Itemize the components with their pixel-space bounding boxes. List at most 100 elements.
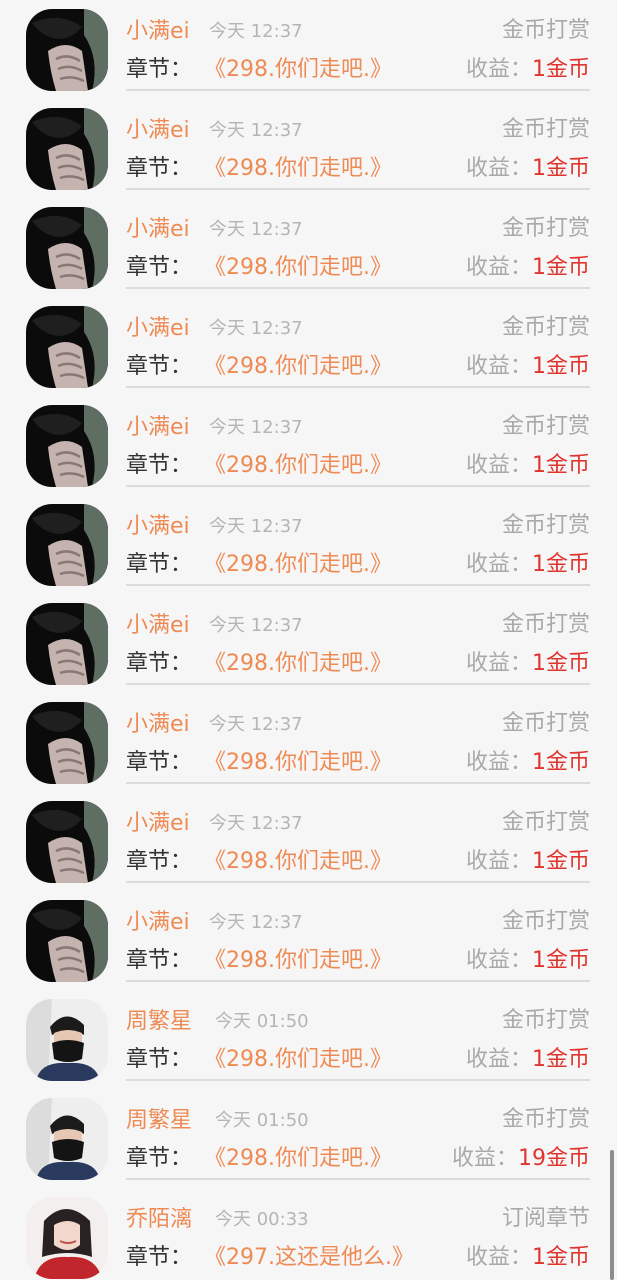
divider [126,1079,590,1081]
reward-record-list[interactable]: 小满ei 今天 12:37 金币打赏 章节： 《298.你们走吧.》 收益：1金… [0,0,617,1280]
list-item[interactable]: 小满ei 今天 12:37 金币打赏 章节： 《298.你们走吧.》 收益：1金… [0,792,617,891]
income-label: 收益： [465,57,532,82]
avatar[interactable] [26,108,108,190]
list-item[interactable]: 小满ei 今天 12:37 金币打赏 章节： 《298.你们走吧.》 收益：1金… [0,495,617,594]
timestamp: 今天 12:37 [209,219,303,240]
chapter-link[interactable]: 《298.你们走吧.》 [204,352,392,382]
user-name[interactable]: 小满ei [126,809,190,839]
user-name[interactable]: 小满ei [126,314,190,344]
chapter-link[interactable]: 《298.你们走吧.》 [204,847,392,877]
income-value: 1金币 [532,156,590,181]
chapter-link[interactable]: 《298.你们走吧.》 [204,1045,392,1075]
user-name[interactable]: 小满ei [126,116,190,146]
avatar[interactable] [26,1197,108,1279]
income: 收益：1金币 [466,451,590,481]
dark-hood-avatar-icon [26,900,108,982]
divider [126,386,590,388]
avatar[interactable] [26,306,108,388]
avatar[interactable] [26,405,108,487]
chapter-label: 章节： [126,453,193,478]
chapter-label: 章节： [126,1047,193,1072]
dark-hood-avatar-icon [26,207,108,289]
girl-red-avatar-icon [26,1197,108,1279]
income: 收益：19金币 [452,1144,590,1174]
timestamp: 今天 12:37 [209,417,303,438]
list-item[interactable]: 小满ei 今天 12:37 金币打赏 章节： 《298.你们走吧.》 收益：1金… [0,396,617,495]
avatar[interactable] [26,702,108,784]
user-name[interactable]: 小满ei [126,215,190,245]
income: 收益：1金币 [466,847,590,877]
income-value: 1金币 [532,354,590,379]
income-value: 1金币 [532,57,590,82]
chapter-link[interactable]: 《298.你们走吧.》 [204,550,392,580]
chapter-link[interactable]: 《298.你们走吧.》 [204,451,392,481]
dark-hood-avatar-icon [26,801,108,883]
income-label: 收益： [465,1245,532,1270]
chapter-link[interactable]: 《298.你们走吧.》 [204,946,392,976]
chapter-link[interactable]: 《297.这还是他么.》 [204,1243,414,1273]
user-name[interactable]: 小满ei [126,413,190,443]
user-name[interactable]: 周繁星 [126,1106,192,1136]
chapter-label: 章节： [126,57,193,82]
user-name[interactable]: 小满ei [126,17,190,47]
list-item[interactable]: 小满ei 今天 12:37 金币打赏 章节： 《298.你们走吧.》 收益：1金… [0,891,617,990]
income: 收益：1金币 [466,352,590,382]
income-label: 收益： [465,948,532,973]
income: 收益：1金币 [466,946,590,976]
user-name[interactable]: 小满ei [126,908,190,938]
income-label: 收益： [465,453,532,478]
user-name[interactable]: 小满ei [126,710,190,740]
chapter-link[interactable]: 《298.你们走吧.》 [204,253,392,283]
list-item[interactable]: 乔陌漓 今天 00:33 订阅章节 章节： 《297.这还是他么.》 收益：1金… [0,1188,617,1280]
chapter-label: 章节： [126,1146,193,1171]
timestamp: 今天 12:37 [209,516,303,537]
list-item[interactable]: 小满ei 今天 12:37 金币打赏 章节： 《298.你们走吧.》 收益：1金… [0,594,617,693]
list-item[interactable]: 小满ei 今天 12:37 金币打赏 章节： 《298.你们走吧.》 收益：1金… [0,297,617,396]
income: 收益：1金币 [466,1243,590,1273]
chapter-link[interactable]: 《298.你们走吧.》 [204,154,392,184]
chapter-link[interactable]: 《298.你们走吧.》 [204,1144,392,1174]
transaction-type: 金币打赏 [501,1008,590,1033]
income-label: 收益： [465,750,532,775]
avatar[interactable] [26,1098,108,1180]
list-item[interactable]: 小满ei 今天 12:37 金币打赏 章节： 《298.你们走吧.》 收益：1金… [0,99,617,198]
avatar[interactable] [26,801,108,883]
income-value: 1金币 [532,849,590,874]
income-value: 1金币 [532,948,590,973]
chapter-link[interactable]: 《298.你们走吧.》 [204,748,392,778]
divider [126,584,590,586]
divider [126,89,590,91]
avatar[interactable] [26,207,108,289]
list-item[interactable]: 小满ei 今天 12:37 金币打赏 章节： 《298.你们走吧.》 收益：1金… [0,0,617,99]
list-item[interactable]: 周繁星 今天 01:50 金币打赏 章节： 《298.你们走吧.》 收益：1金币 [0,990,617,1089]
user-name[interactable]: 周繁星 [126,1007,192,1037]
user-name[interactable]: 小满ei [126,611,190,641]
chapter-label: 章节： [126,750,193,775]
transaction-type: 金币打赏 [501,909,590,934]
avatar[interactable] [26,603,108,685]
income: 收益：1金币 [466,748,590,778]
avatar[interactable] [26,9,108,91]
income-value: 1金币 [532,1047,590,1072]
user-name[interactable]: 乔陌漓 [126,1205,192,1235]
scrollbar[interactable] [610,1150,614,1280]
income-label: 收益： [465,651,532,676]
list-item[interactable]: 小满ei 今天 12:37 金币打赏 章节： 《298.你们走吧.》 收益：1金… [0,693,617,792]
avatar[interactable] [26,900,108,982]
chapter-link[interactable]: 《298.你们走吧.》 [204,55,392,85]
chapter-link[interactable]: 《298.你们走吧.》 [204,649,392,679]
avatar[interactable] [26,504,108,586]
divider [126,683,590,685]
transaction-type: 金币打赏 [501,216,590,241]
dark-hood-avatar-icon [26,504,108,586]
chapter-label: 章节： [126,156,193,181]
timestamp: 今天 01:50 [215,1011,309,1032]
user-name[interactable]: 小满ei [126,512,190,542]
timestamp: 今天 00:33 [215,1209,309,1230]
avatar[interactable] [26,999,108,1081]
income-value: 1金币 [532,552,590,577]
timestamp: 今天 12:37 [209,120,303,141]
list-item[interactable]: 周繁星 今天 01:50 金币打赏 章节： 《298.你们走吧.》 收益：19金… [0,1089,617,1188]
divider [126,485,590,487]
list-item[interactable]: 小满ei 今天 12:37 金币打赏 章节： 《298.你们走吧.》 收益：1金… [0,198,617,297]
